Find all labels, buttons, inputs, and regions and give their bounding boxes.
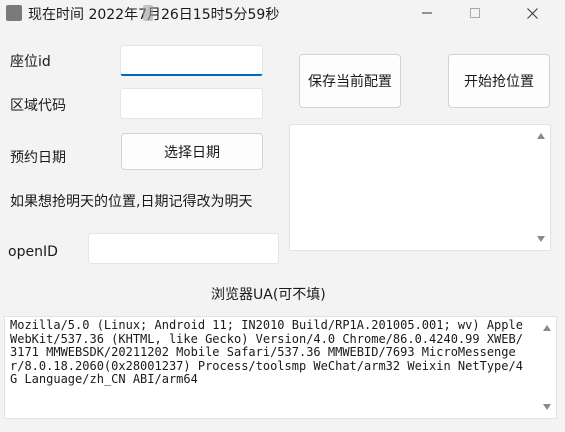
ua-scrollbar[interactable] — [538, 317, 556, 418]
openid-label: openID — [8, 244, 58, 260]
openid-input[interactable] — [89, 234, 278, 263]
title-bar: 现在时间 2022年7月26日15时5分59秒 — [0, 0, 565, 26]
tomorrow-hint: 如果想抢明天的位置,日期记得改为明天 — [10, 194, 253, 210]
seat-id-label: 座位id — [10, 54, 51, 70]
log-scrollbar[interactable] — [532, 125, 550, 250]
window-title: 现在时间 2022年7月26日15时5分59秒 — [28, 7, 280, 23]
seat-id-input[interactable] — [121, 46, 262, 74]
scroll-up-icon[interactable] — [537, 133, 545, 139]
log-output[interactable] — [289, 124, 551, 251]
start-grab-button[interactable]: 开始抢位置 — [448, 54, 550, 108]
log-text — [290, 125, 550, 133]
scroll-down-icon[interactable] — [537, 236, 545, 242]
save-config-button[interactable]: 保存当前配置 — [299, 54, 401, 108]
scroll-up-icon[interactable] — [543, 325, 551, 331]
app-icon — [6, 5, 22, 21]
openid-field[interactable] — [88, 233, 279, 264]
scroll-down-icon[interactable] — [543, 404, 551, 410]
date-label: 预约日期 — [10, 150, 66, 166]
ua-label: 浏览器UA(可不填) — [211, 287, 326, 303]
close-icon — [526, 7, 538, 19]
ua-text[interactable]: Mozilla/5.0 (Linux; Android 11; IN2010 B… — [10, 318, 530, 387]
maximize-icon — [470, 8, 480, 18]
area-code-field[interactable] — [120, 88, 263, 119]
title-redaction — [143, 5, 153, 21]
minimize-button[interactable] — [404, 0, 450, 26]
seat-id-field[interactable] — [120, 45, 263, 76]
area-code-input[interactable] — [121, 89, 262, 118]
select-date-button[interactable]: 选择日期 — [121, 133, 263, 170]
close-button[interactable] — [509, 0, 555, 26]
maximize-button[interactable] — [452, 0, 498, 26]
area-code-label: 区域代码 — [10, 98, 66, 114]
minimize-icon — [422, 12, 432, 14]
